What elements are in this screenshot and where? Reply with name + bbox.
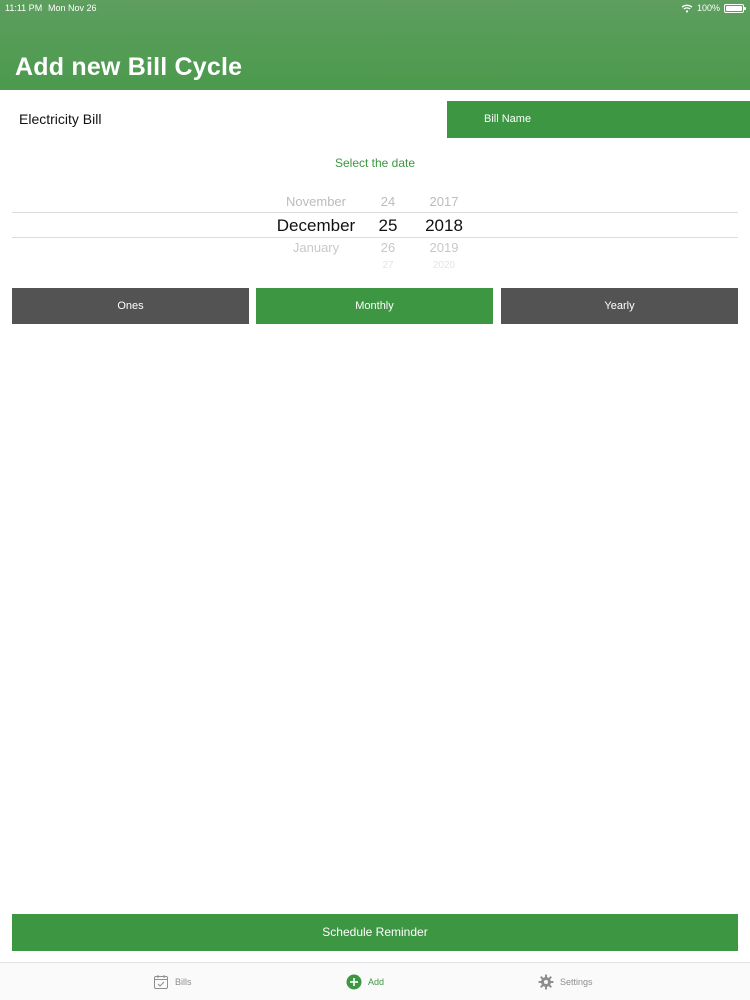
bill-name-button[interactable]: Bill Name (447, 101, 750, 138)
frequency-monthly-button[interactable]: Monthly (256, 288, 493, 324)
month-next[interactable]: January (262, 240, 370, 255)
page-title: Add new Bill Cycle (15, 53, 243, 81)
date-caption: Select the date (334, 156, 416, 170)
gear-icon (538, 974, 554, 990)
day-prev[interactable]: 24 (370, 194, 406, 209)
battery-icon (724, 3, 746, 13)
day-wheel[interactable]: 24 25 26 27 (370, 185, 406, 270)
header: 11:11 PM Mon Nov 26 100% Add new Bill Cy… (0, 0, 750, 90)
day-next[interactable]: 26 (370, 240, 406, 255)
status-bar: 11:11 PM Mon Nov 26 100% (0, 0, 750, 16)
status-date: Mon Nov 26 (48, 3, 97, 13)
year-wheel[interactable]: 2017 2018 2019 2020 (418, 185, 470, 270)
date-picker[interactable]: November December January 24 25 26 27 20… (0, 185, 750, 270)
status-indicators: 100% (681, 0, 746, 16)
status-time: 11:11 PM (5, 3, 43, 13)
tab-bills-label: Bills (175, 977, 192, 987)
day-selected[interactable]: 25 (370, 216, 406, 236)
tab-add-label: Add (368, 977, 385, 987)
tab-bills[interactable]: Bills (153, 963, 192, 1000)
calendar-icon (154, 975, 168, 989)
year-next[interactable]: 2019 (418, 240, 470, 255)
frequency-yearly-button[interactable]: Yearly (501, 288, 738, 324)
year-selected[interactable]: 2018 (418, 216, 470, 236)
tab-add[interactable]: Add (346, 963, 384, 1000)
month-selected[interactable]: December (262, 216, 370, 236)
frequency-ones-button[interactable]: Ones (12, 288, 249, 324)
year-next-faded[interactable]: 2020 (418, 260, 470, 270)
bill-name-value[interactable]: Electricity Bill (19, 111, 101, 127)
tab-settings[interactable]: Settings (538, 963, 593, 1000)
plus-circle-icon (346, 974, 362, 990)
wifi-icon (681, 4, 693, 12)
month-prev[interactable]: November (262, 194, 370, 209)
year-prev[interactable]: 2017 (418, 194, 470, 209)
battery-percent: 100% (696, 3, 720, 13)
day-next-faded[interactable]: 27 (370, 260, 406, 270)
schedule-reminder-button[interactable]: Schedule Reminder (12, 914, 738, 951)
tab-settings-label: Settings (560, 977, 593, 987)
tab-bar: Bills Add Settings (0, 962, 750, 1000)
month-wheel[interactable]: November December January (262, 185, 370, 270)
